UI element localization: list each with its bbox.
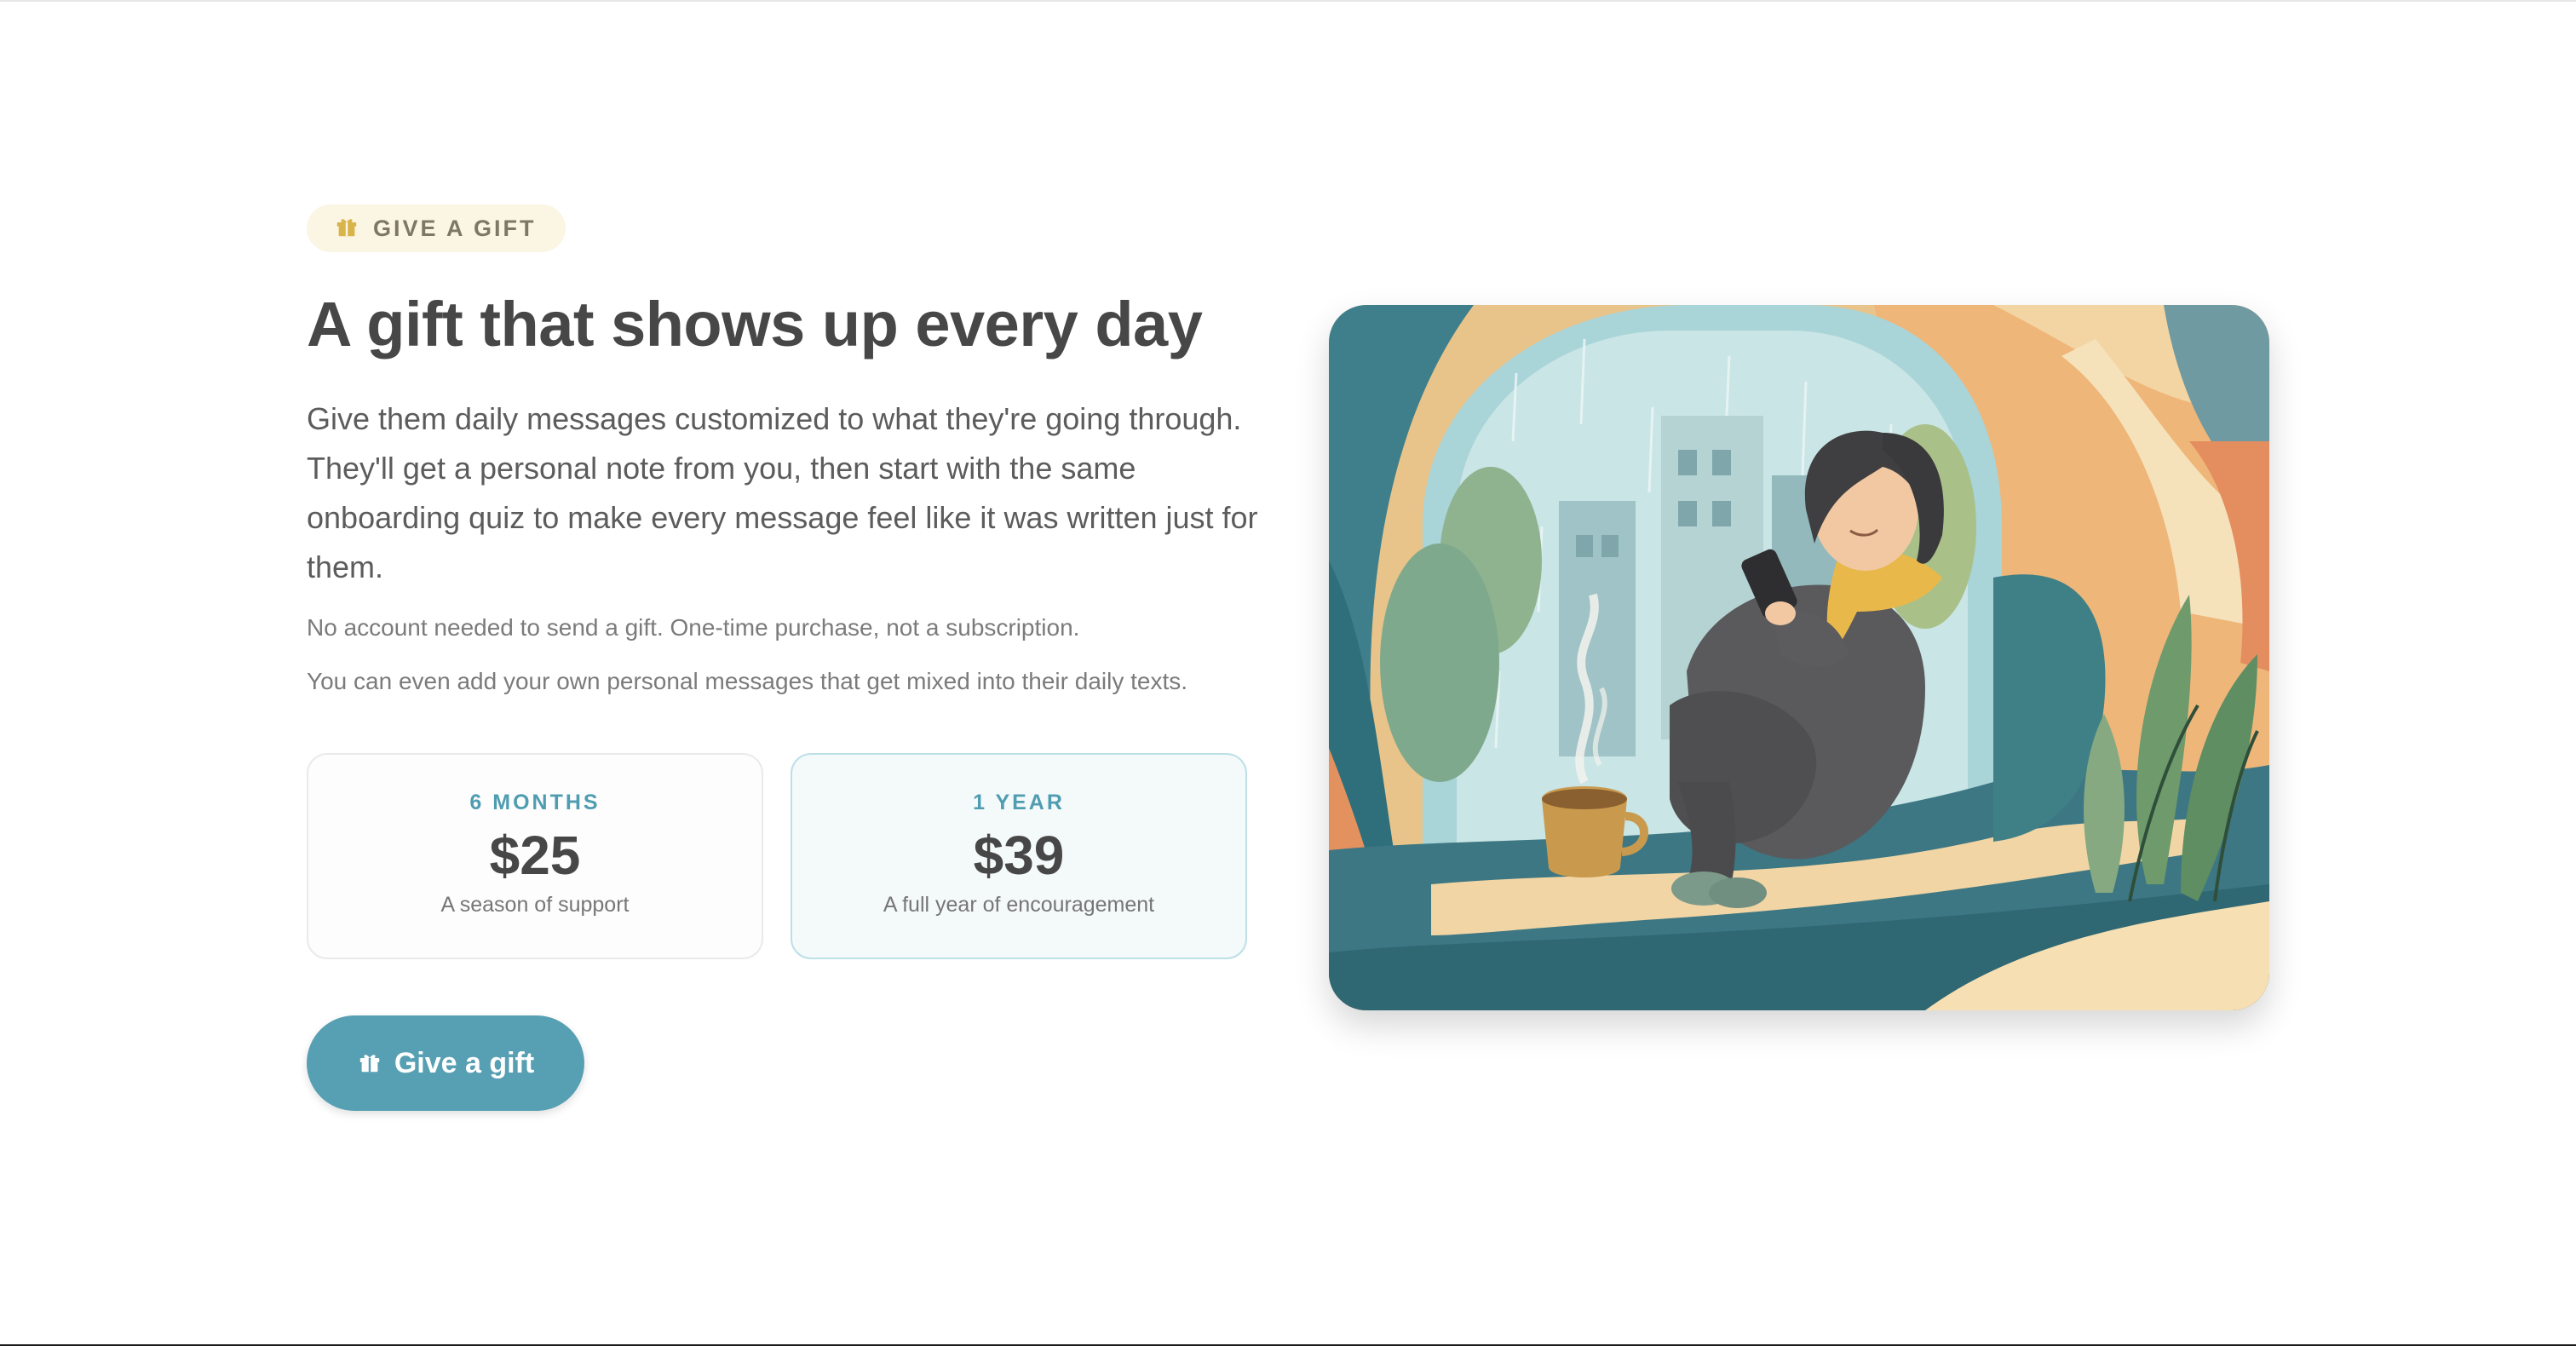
plan-price: $25 (489, 825, 581, 886)
plan-options: 6 MONTHS $25 A season of support 1 YEAR … (307, 753, 1247, 959)
plan-price: $39 (973, 825, 1065, 886)
personal-messages-note: You can even add your own personal messa… (307, 667, 1188, 694)
plan-6-months[interactable]: 6 MONTHS $25 A season of support (307, 753, 763, 959)
give-a-gift-badge: GIVE A GIFT (307, 204, 566, 252)
gift-page: GIVE A GIFT A gift that shows up every d… (0, 0, 2576, 1346)
plan-1-year[interactable]: 1 YEAR $39 A full year of encouragement (791, 753, 1247, 959)
give-a-gift-label: Give a gift (394, 1046, 535, 1079)
gift-icon (334, 214, 373, 244)
gift-description: Give them daily messages customized to w… (307, 401, 1258, 585)
illustration-person-reading-phone (1329, 305, 2269, 1010)
plan-duration: 1 YEAR (973, 791, 1065, 814)
plan-description: A full year of encouragement (883, 893, 1155, 917)
plan-description: A season of support (440, 893, 630, 917)
badge-label: GIVE A GIFT (373, 215, 537, 241)
gift-intro: GIVE A GIFT A gift that shows up every d… (307, 204, 1258, 697)
plan-duration: 6 MONTHS (469, 791, 601, 814)
gift-icon (357, 1050, 394, 1078)
page-title: A gift that shows up every day (307, 289, 1203, 360)
give-a-gift-button[interactable]: Give a gift (307, 1015, 584, 1111)
purchase-note: No account needed to send a gift. One-ti… (307, 614, 1080, 641)
